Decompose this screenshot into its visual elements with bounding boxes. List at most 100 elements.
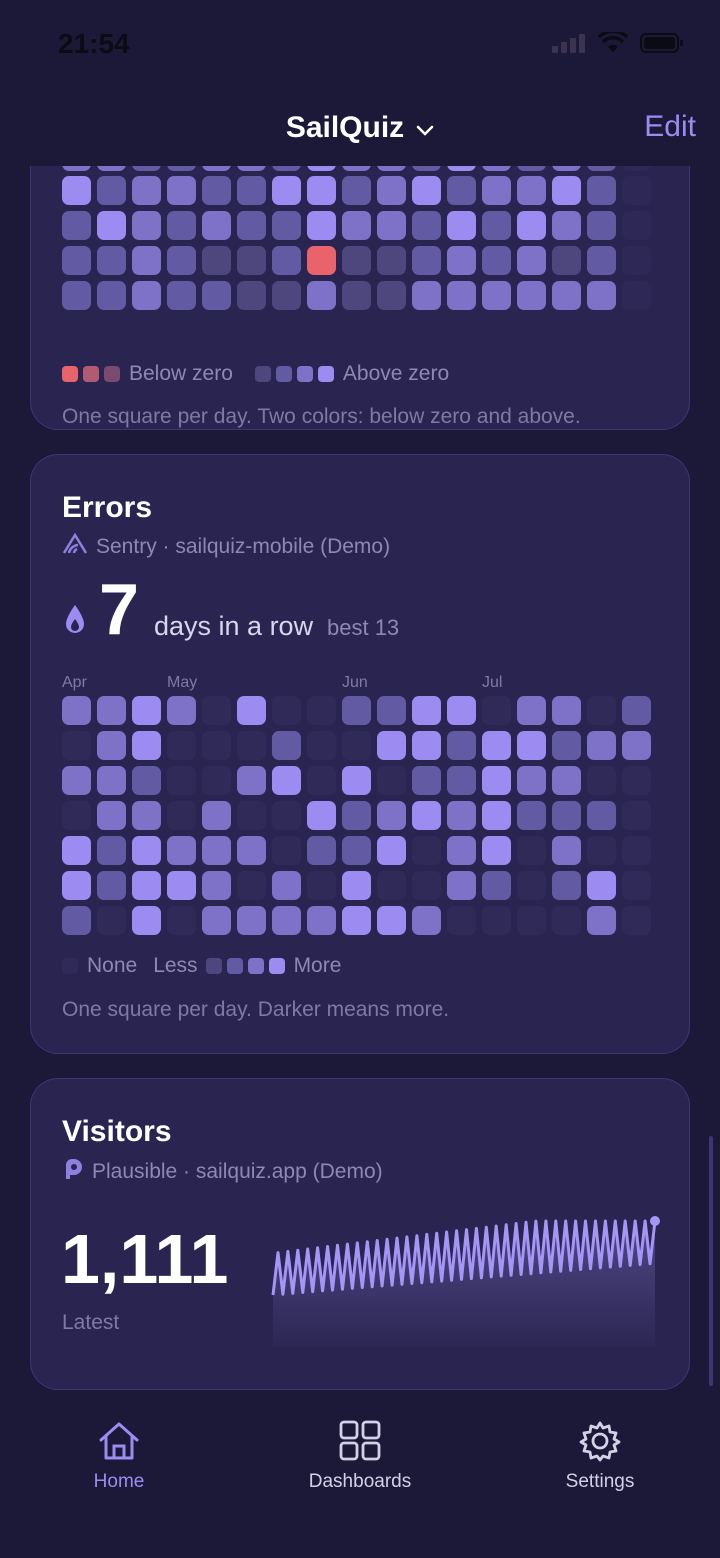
temperature-day-cell bbox=[552, 176, 581, 205]
legend-level-3 bbox=[247, 958, 264, 974]
errors-day-cell bbox=[622, 801, 651, 830]
legend-above-2 bbox=[275, 366, 292, 382]
temperature-day-cell bbox=[202, 211, 231, 240]
legend-more-label: More bbox=[293, 954, 342, 977]
edit-button[interactable]: Edit bbox=[644, 110, 696, 144]
temperature-day-cell bbox=[622, 211, 651, 240]
temperature-day-cell bbox=[97, 176, 126, 205]
temperature-day-cell bbox=[622, 176, 651, 205]
errors-day-cell bbox=[202, 871, 231, 900]
temperature-day-cell bbox=[587, 281, 616, 310]
sentry-icon bbox=[62, 532, 88, 561]
visitors-value: 1,111 bbox=[61, 1220, 229, 1298]
plausible-icon bbox=[62, 1157, 84, 1187]
temperature-day-cell bbox=[517, 166, 546, 171]
legend-below-3 bbox=[104, 366, 120, 382]
temperature-day-cell bbox=[62, 281, 91, 310]
dashboard-scroll[interactable]: Below zero Above zero One square per day… bbox=[0, 166, 720, 1400]
temperature-day-cell bbox=[202, 281, 231, 310]
tab-dashboards[interactable]: Dashboards bbox=[260, 1420, 460, 1493]
temperature-day-cell bbox=[412, 211, 441, 240]
temperature-day-cell bbox=[272, 176, 301, 205]
status-icons bbox=[552, 29, 684, 59]
errors-day-cell bbox=[307, 801, 336, 830]
errors-day-cell bbox=[202, 696, 231, 725]
temperature-day-cell bbox=[167, 211, 196, 240]
errors-day-cell bbox=[622, 871, 651, 900]
errors-day-cell bbox=[587, 766, 616, 795]
temperature-day-cell bbox=[447, 281, 476, 310]
home-indicator bbox=[236, 1526, 484, 1536]
errors-day-cell bbox=[97, 871, 126, 900]
errors-day-cell bbox=[62, 766, 91, 795]
errors-day-cell bbox=[132, 871, 161, 900]
errors-day-cell bbox=[97, 696, 126, 725]
signal-icon bbox=[552, 33, 586, 58]
errors-day-cell bbox=[587, 696, 616, 725]
errors-day-cell bbox=[342, 836, 371, 865]
errors-day-cell bbox=[132, 836, 161, 865]
errors-day-cell bbox=[237, 766, 266, 795]
temperature-day-cell bbox=[587, 246, 616, 275]
errors-day-cell bbox=[132, 696, 161, 725]
errors-day-cell bbox=[412, 801, 441, 830]
temperature-day-cell bbox=[342, 246, 371, 275]
errors-day-cell bbox=[237, 906, 266, 935]
errors-day-cell bbox=[272, 731, 301, 760]
tab-settings[interactable]: Settings bbox=[500, 1420, 700, 1493]
errors-day-cell bbox=[377, 731, 406, 760]
temperature-day-cell bbox=[552, 281, 581, 310]
tab-home[interactable]: Home bbox=[19, 1420, 219, 1493]
errors-day-cell bbox=[517, 801, 546, 830]
errors-day-cell bbox=[412, 871, 441, 900]
errors-day-cell bbox=[97, 731, 126, 760]
temperature-day-cell bbox=[377, 166, 406, 171]
temperature-day-cell bbox=[342, 211, 371, 240]
temperature-day-cell bbox=[622, 166, 651, 171]
legend-above-label: Above zero bbox=[342, 362, 450, 385]
errors-day-cell bbox=[552, 766, 581, 795]
errors-day-cell bbox=[447, 906, 476, 935]
errors-day-cell bbox=[167, 696, 196, 725]
errors-day-cell bbox=[342, 871, 371, 900]
errors-day-cell bbox=[202, 906, 231, 935]
errors-day-cell bbox=[517, 731, 546, 760]
scrollbar[interactable] bbox=[709, 1136, 713, 1386]
errors-day-cell bbox=[517, 766, 546, 795]
errors-day-cell bbox=[132, 731, 161, 760]
errors-day-cell bbox=[342, 801, 371, 830]
legend-none-square bbox=[62, 958, 78, 974]
visitors-card[interactable]: Visitors Plausible · sailquiz.app (Demo)… bbox=[30, 1078, 690, 1390]
legend-below-1 bbox=[62, 366, 78, 382]
errors-day-cell bbox=[62, 731, 91, 760]
wifi-icon bbox=[597, 29, 629, 59]
temperature-card[interactable]: Below zero Above zero One square per day… bbox=[30, 166, 690, 430]
temperature-day-cell bbox=[307, 281, 336, 310]
temperature-day-cell bbox=[132, 176, 161, 205]
legend-none-label: None bbox=[87, 954, 138, 977]
errors-day-cell bbox=[167, 731, 196, 760]
app-switcher[interactable]: SailQuiz bbox=[286, 111, 434, 145]
errors-day-cell bbox=[482, 766, 511, 795]
errors-day-cell bbox=[552, 836, 581, 865]
errors-day-cell bbox=[132, 801, 161, 830]
temperature-day-cell bbox=[482, 176, 511, 205]
errors-day-cell bbox=[517, 836, 546, 865]
errors-day-cell bbox=[587, 871, 616, 900]
errors-day-cell bbox=[132, 906, 161, 935]
flame-icon bbox=[63, 603, 87, 640]
streak-best: best 13 bbox=[327, 615, 400, 640]
errors-day-cell bbox=[167, 871, 196, 900]
errors-day-cell bbox=[202, 766, 231, 795]
errors-day-cell bbox=[272, 871, 301, 900]
month-label-jun: Jun bbox=[342, 674, 368, 691]
errors-day-cell bbox=[447, 766, 476, 795]
errors-day-cell bbox=[62, 871, 91, 900]
errors-card[interactable]: Errors Sentry · sailquiz-mobile (Demo) 7… bbox=[30, 454, 690, 1054]
legend-below-label: Below zero bbox=[129, 362, 233, 385]
nav-bar: SailQuiz Edit bbox=[0, 90, 720, 166]
tab-dashboards-label: Dashboards bbox=[308, 1471, 412, 1492]
errors-day-cell bbox=[622, 731, 651, 760]
errors-title: Errors bbox=[62, 491, 153, 524]
temperature-day-cell bbox=[237, 166, 266, 171]
